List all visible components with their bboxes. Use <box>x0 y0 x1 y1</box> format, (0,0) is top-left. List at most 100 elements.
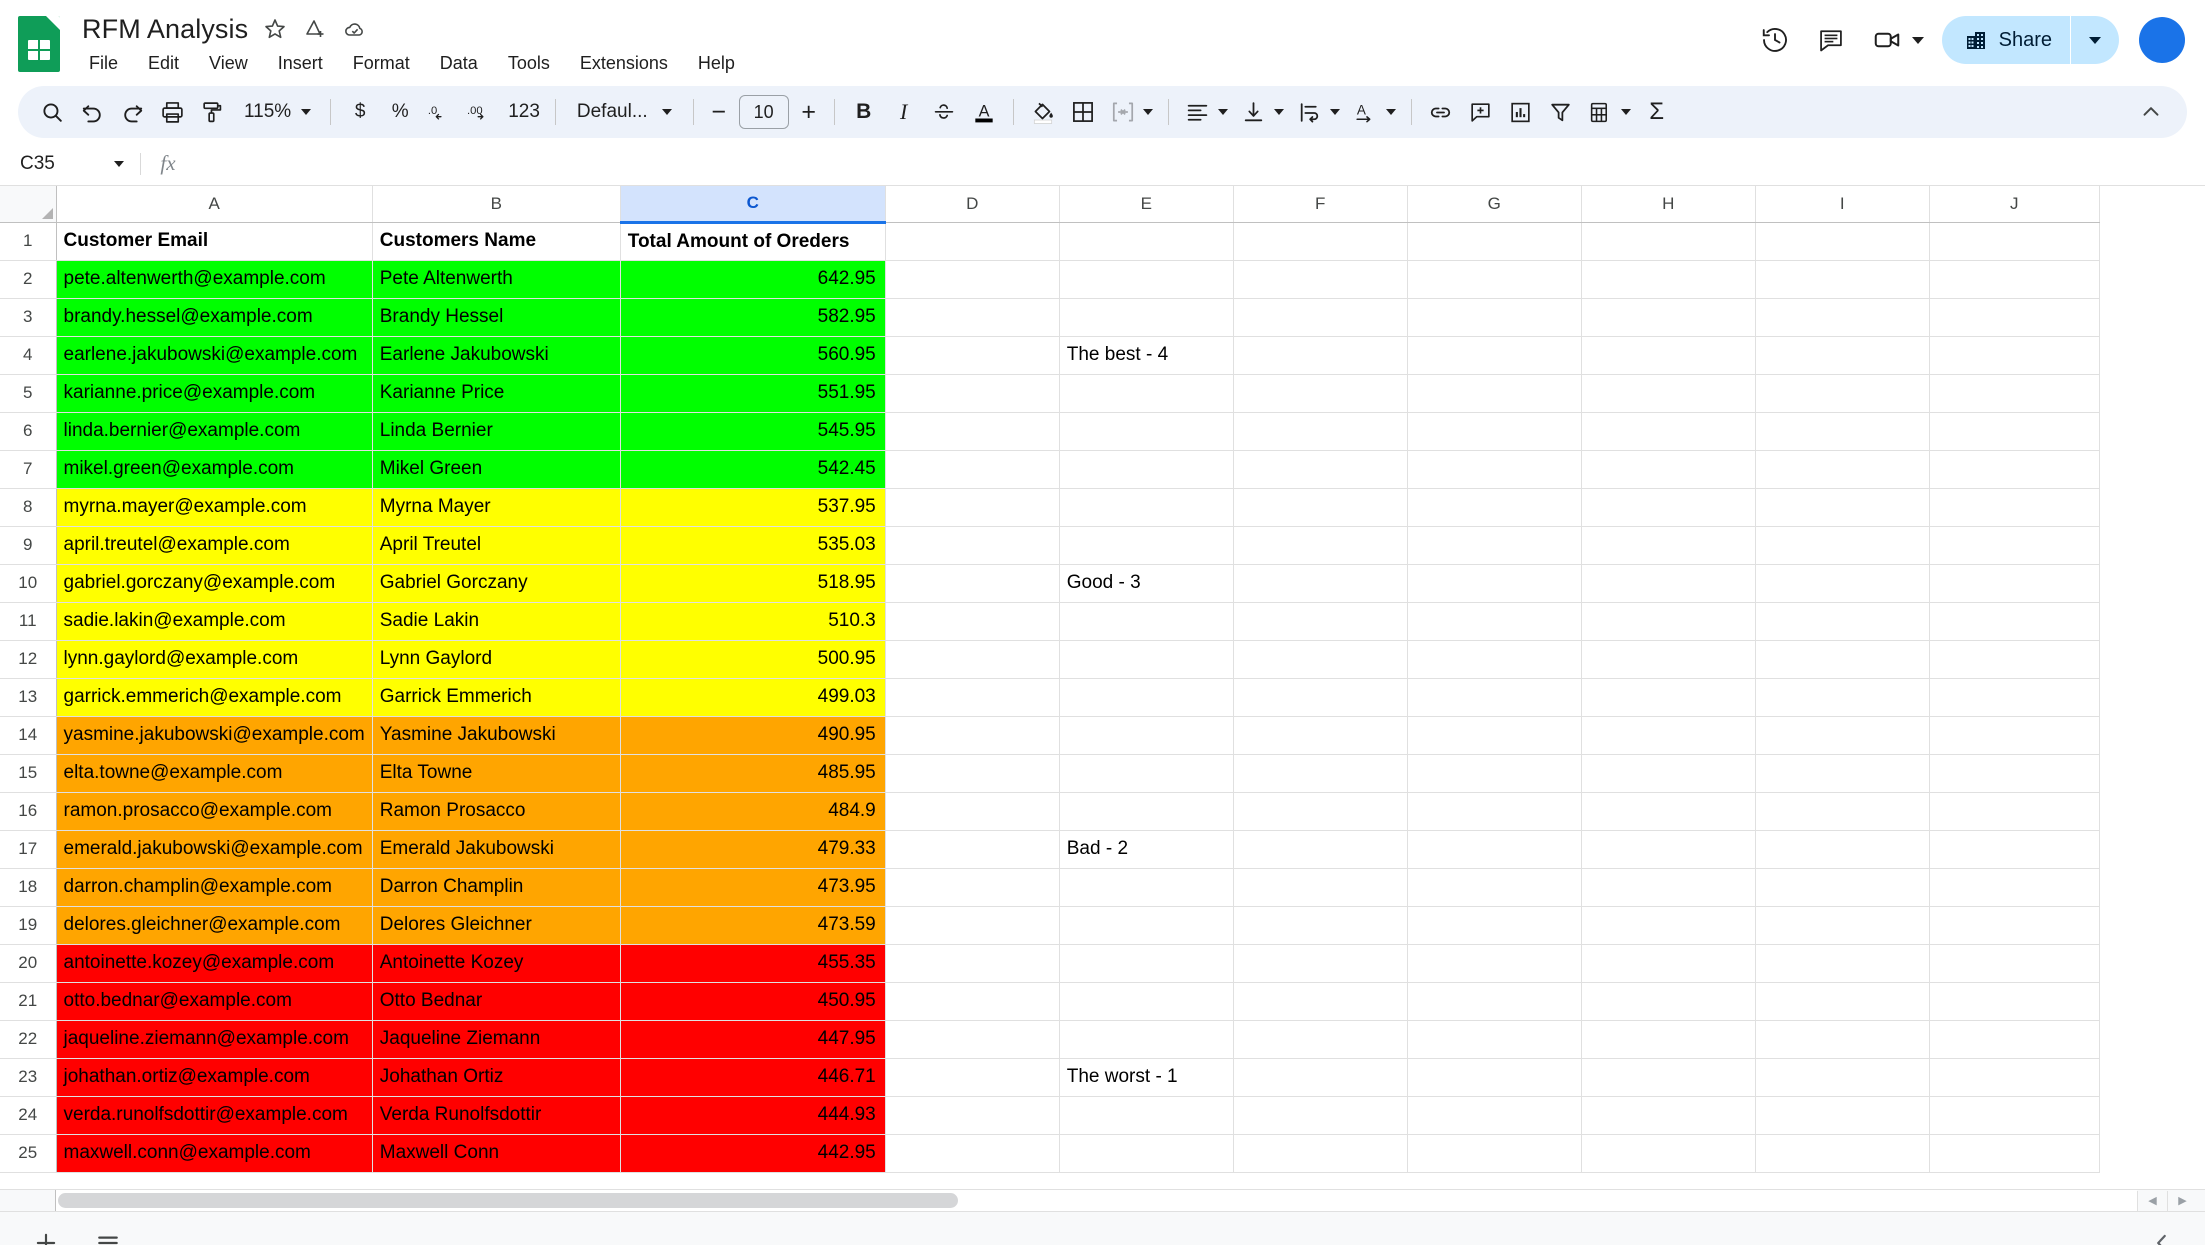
scrollbar-thumb[interactable] <box>58 1193 958 1208</box>
version-history-icon[interactable] <box>1752 17 1798 63</box>
chevron-left-icon[interactable] <box>2149 1230 2175 1245</box>
cell-i6[interactable] <box>1755 412 1930 451</box>
percent-format-button[interactable]: % <box>380 92 420 132</box>
cell-f12[interactable] <box>1233 640 1408 679</box>
cell-j1[interactable] <box>1929 222 2100 261</box>
cell-g14[interactable] <box>1407 716 1582 755</box>
menu-item-format[interactable]: Format <box>348 50 415 77</box>
row-header-12[interactable]: 12 <box>0 640 57 679</box>
cell-a23[interactable]: johathan.ortiz@example.com <box>56 1058 373 1097</box>
cell-b15[interactable]: Elta Towne <box>372 754 621 793</box>
cell-i8[interactable] <box>1755 488 1930 527</box>
cell-e18[interactable] <box>1059 868 1234 907</box>
cell-j25[interactable] <box>1929 1134 2100 1173</box>
cell-j12[interactable] <box>1929 640 2100 679</box>
cell-h4[interactable] <box>1581 336 1756 375</box>
menu-item-insert[interactable]: Insert <box>273 50 328 77</box>
cell-i2[interactable] <box>1755 260 1930 299</box>
cell-j23[interactable] <box>1929 1058 2100 1097</box>
cell-h2[interactable] <box>1581 260 1756 299</box>
cell-b12[interactable]: Lynn Gaylord <box>372 640 621 679</box>
cell-b10[interactable]: Gabriel Gorczany <box>372 564 621 603</box>
cell-b21[interactable]: Otto Bednar <box>372 982 621 1021</box>
print-icon[interactable] <box>152 92 192 132</box>
cell-j18[interactable] <box>1929 868 2100 907</box>
cell-a15[interactable]: elta.towne@example.com <box>56 754 373 793</box>
cell-e22[interactable] <box>1059 1020 1234 1059</box>
cell-f9[interactable] <box>1233 526 1408 565</box>
cell-b20[interactable]: Antoinette Kozey <box>372 944 621 983</box>
cell-c4[interactable]: 560.95 <box>620 336 886 375</box>
chevron-up-icon[interactable] <box>2131 92 2171 132</box>
insert-comment-icon[interactable] <box>1461 92 1501 132</box>
cell-h17[interactable] <box>1581 830 1756 869</box>
cell-b16[interactable]: Ramon Prosacco <box>372 792 621 831</box>
chevron-down-icon[interactable] <box>1911 36 1924 44</box>
menu-item-tools[interactable]: Tools <box>503 50 555 77</box>
cell-h18[interactable] <box>1581 868 1756 907</box>
cell-j24[interactable] <box>1929 1096 2100 1135</box>
cell-c3[interactable]: 582.95 <box>620 298 886 337</box>
cell-i23[interactable] <box>1755 1058 1930 1097</box>
cell-e23[interactable]: The worst - 1 <box>1059 1058 1234 1097</box>
cell-h15[interactable] <box>1581 754 1756 793</box>
cell-i19[interactable] <box>1755 906 1930 945</box>
row-header-11[interactable]: 11 <box>0 602 57 641</box>
cell-f19[interactable] <box>1233 906 1408 945</box>
row-header-22[interactable]: 22 <box>0 1020 57 1059</box>
cell-a10[interactable]: gabriel.gorczany@example.com <box>56 564 373 603</box>
column-header-d[interactable]: D <box>885 186 1060 223</box>
name-box[interactable]: C35 <box>0 142 140 185</box>
chevron-down-icon[interactable] <box>1273 109 1284 115</box>
cell-d1[interactable] <box>885 222 1060 261</box>
add-sheet-icon[interactable] <box>24 1221 68 1245</box>
cell-h25[interactable] <box>1581 1134 1756 1173</box>
cell-e1[interactable] <box>1059 222 1234 261</box>
cell-e7[interactable] <box>1059 450 1234 489</box>
cell-c2[interactable]: 642.95 <box>620 260 886 299</box>
cell-f10[interactable] <box>1233 564 1408 603</box>
cell-b6[interactable]: Linda Bernier <box>372 412 621 451</box>
cell-c5[interactable]: 551.95 <box>620 374 886 413</box>
column-header-g[interactable]: G <box>1407 186 1582 223</box>
cell-i21[interactable] <box>1755 982 1930 1021</box>
cell-b2[interactable]: Pete Altenwerth <box>372 260 621 299</box>
cell-g24[interactable] <box>1407 1096 1582 1135</box>
cell-e25[interactable] <box>1059 1134 1234 1173</box>
cell-a12[interactable]: lynn.gaylord@example.com <box>56 640 373 679</box>
cell-c21[interactable]: 450.95 <box>620 982 886 1021</box>
cell-c7[interactable]: 542.45 <box>620 450 886 489</box>
text-color-button[interactable]: A <box>964 92 1004 132</box>
cell-b11[interactable]: Sadie Lakin <box>372 602 621 641</box>
cell-j14[interactable] <box>1929 716 2100 755</box>
menu-item-file[interactable]: File <box>84 50 123 77</box>
cell-e8[interactable] <box>1059 488 1234 527</box>
cell-d19[interactable] <box>885 906 1060 945</box>
cell-h23[interactable] <box>1581 1058 1756 1097</box>
cell-g16[interactable] <box>1407 792 1582 831</box>
cell-g1[interactable] <box>1407 222 1582 261</box>
cell-d13[interactable] <box>885 678 1060 717</box>
row-header-20[interactable]: 20 <box>0 944 57 983</box>
column-header-h[interactable]: H <box>1581 186 1756 223</box>
cell-g12[interactable] <box>1407 640 1582 679</box>
cell-d3[interactable] <box>885 298 1060 337</box>
cell-i18[interactable] <box>1755 868 1930 907</box>
row-header-10[interactable]: 10 <box>0 564 57 603</box>
cell-b23[interactable]: Johathan Ortiz <box>372 1058 621 1097</box>
cell-f18[interactable] <box>1233 868 1408 907</box>
chevron-down-icon[interactable] <box>1142 109 1153 115</box>
cell-a7[interactable]: mikel.green@example.com <box>56 450 373 489</box>
cell-j9[interactable] <box>1929 526 2100 565</box>
cell-e14[interactable] <box>1059 716 1234 755</box>
row-header-25[interactable]: 25 <box>0 1134 57 1173</box>
font-family-select[interactable]: Defaul... <box>565 92 684 132</box>
cell-a9[interactable]: april.treutel@example.com <box>56 526 373 565</box>
cell-f14[interactable] <box>1233 716 1408 755</box>
cell-j22[interactable] <box>1929 1020 2100 1059</box>
document-title[interactable]: RFM Analysis <box>82 14 248 45</box>
cell-d2[interactable] <box>885 260 1060 299</box>
cell-j3[interactable] <box>1929 298 2100 337</box>
cell-i25[interactable] <box>1755 1134 1930 1173</box>
cell-b17[interactable]: Emerald Jakubowski <box>372 830 621 869</box>
